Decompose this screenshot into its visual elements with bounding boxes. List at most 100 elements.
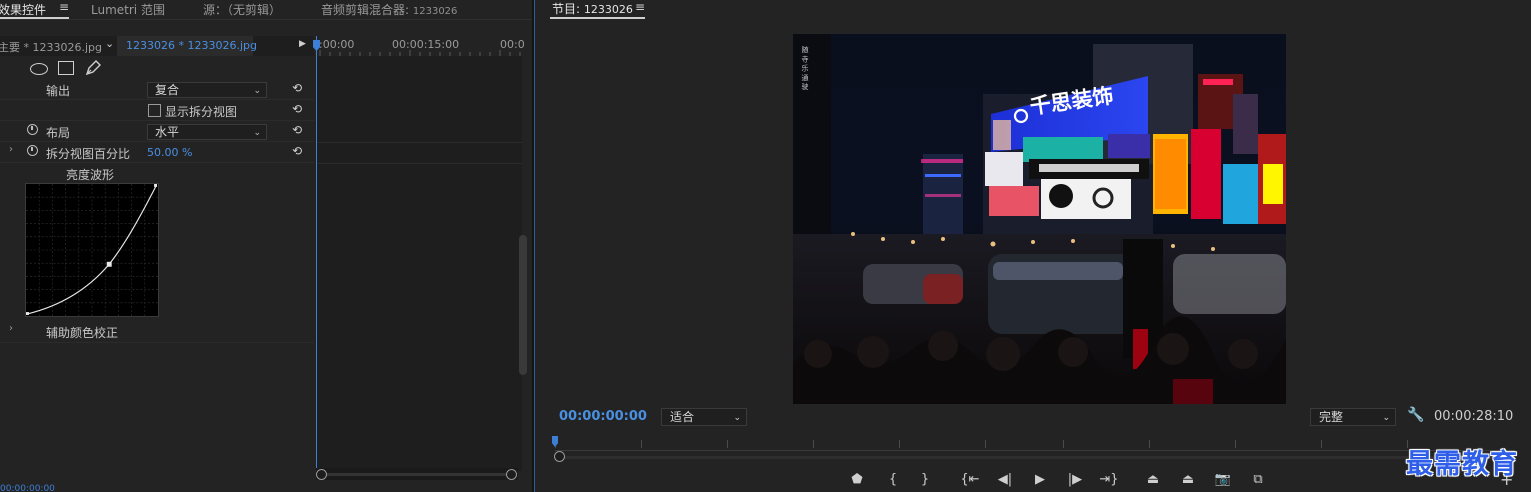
tab-effect-controls[interactable]: 效果控件	[0, 1, 46, 18]
current-timecode[interactable]: 00:00:00:00	[559, 409, 647, 424]
duration-timecode: 00:00:28:10	[1434, 409, 1514, 424]
program-video-frame[interactable]: 千思装饰 随 寺 乐 通 驶	[793, 34, 1286, 404]
split-percent-value[interactable]: 50.00 %	[147, 146, 192, 159]
vertical-sign-text: 随 寺 乐 通 驶	[801, 45, 809, 91]
timeline-ruler[interactable]: :00:00 00:00:15:00 00:0	[316, 36, 525, 56]
tab-mixer-label: 音频剪辑混合器:	[321, 3, 410, 17]
clip-selector-row: 主要 * 1233026.jpg ⌄ 1233026 * 1233026.jpg…	[0, 36, 314, 56]
layout-label: 布局	[46, 126, 71, 140]
mini-tick	[1235, 440, 1236, 448]
divider	[316, 163, 522, 164]
mark-in-icon[interactable]: {	[882, 472, 904, 487]
screen	[1023, 137, 1103, 162]
zoom-fit-dropdown[interactable]: 适合 ⌄	[661, 408, 747, 426]
step-back-icon[interactable]: ◀|	[994, 472, 1016, 487]
neon-strip	[925, 194, 961, 197]
mini-timeline-baseline	[555, 450, 1515, 451]
split-view-checkbox[interactable]	[148, 104, 161, 117]
effect-timeline[interactable]: :00:00 00:00:15:00 00:0	[316, 36, 525, 471]
building	[793, 34, 831, 264]
mini-timeline[interactable]	[555, 436, 1515, 450]
split-view-row: 显示拆分视图 ⟲	[0, 100, 314, 121]
luma-curve-graph[interactable]	[25, 183, 159, 317]
master-clip-label[interactable]: 主要 * 1233026.jpg	[0, 39, 102, 55]
transport-controls: ⬟ { } {⇤ ◀| ▶ |▶ ⇥} ⏏ ⏏ 📷 ⧉	[535, 470, 1531, 492]
timeline-zoom-track[interactable]	[322, 473, 512, 476]
billboard-figure	[993, 120, 1011, 150]
program-monitor-panel: 节目: 1233026 ≡ 千思装饰 随 寺 乐 通 驶 00:00:00:00…	[535, 0, 1531, 492]
reset-icon[interactable]: ⟲	[292, 81, 302, 95]
car	[923, 274, 963, 304]
mark-out-icon[interactable]: }	[914, 472, 936, 487]
tab-source[interactable]: 源：（无剪辑）	[203, 1, 281, 18]
play-icon[interactable]: ▶	[1029, 472, 1051, 487]
overwrite-icon[interactable]: ⏏	[1177, 472, 1199, 487]
tab-audio-clip-mixer[interactable]: 音频剪辑混合器: 1233026	[321, 1, 457, 18]
pen-mask-icon[interactable]	[84, 59, 102, 77]
go-to-in-icon[interactable]: {⇤	[959, 472, 981, 487]
mini-tick	[813, 440, 814, 448]
step-forward-icon[interactable]: |▶	[1064, 472, 1086, 487]
zoom-handle-right[interactable]	[506, 469, 517, 480]
comparison-view-icon[interactable]: ⧉	[1247, 472, 1269, 487]
mini-tick	[899, 440, 900, 448]
program-title-label: 节目:	[552, 2, 581, 16]
play-triangle-icon[interactable]: ▶	[299, 39, 306, 49]
stopwatch-icon[interactable]	[27, 124, 38, 135]
secondary-color-correction-row[interactable]: › 辅助颜色校正	[0, 321, 314, 343]
hamburger-menu-icon[interactable]: ≡	[59, 0, 69, 14]
ellipse-mask-icon[interactable]	[30, 63, 48, 75]
insert-icon[interactable]: ⏏	[1142, 472, 1164, 487]
output-dropdown[interactable]: 复合 ⌄	[147, 82, 267, 98]
quality-value: 完整	[1319, 410, 1344, 424]
fit-value: 适合	[670, 410, 695, 424]
effect-timecode[interactable]: 00:00:00:00	[0, 484, 55, 492]
screen	[989, 186, 1039, 216]
output-row: 输出 复合 ⌄ ⟲	[0, 79, 314, 100]
layout-dropdown[interactable]: 水平 ⌄	[147, 124, 267, 140]
reset-icon[interactable]: ⟲	[292, 123, 302, 137]
chevron-down-icon[interactable]: ⌄	[105, 37, 114, 50]
wrench-settings-icon[interactable]: 🔧	[1407, 407, 1424, 423]
rectangle-mask-icon[interactable]	[58, 61, 74, 75]
reset-icon[interactable]: ⟲	[292, 102, 302, 116]
screen	[1108, 134, 1150, 158]
chevron-right-icon[interactable]: ›	[9, 144, 13, 155]
car	[1173, 254, 1286, 314]
aux-label: 辅助颜色校正	[46, 326, 119, 340]
tab-lumetri-scopes[interactable]: Lumetri 范围	[91, 1, 165, 18]
playback-quality-dropdown[interactable]: 完整 ⌄	[1310, 408, 1396, 426]
mini-tick	[985, 440, 986, 448]
zoom-handle-left[interactable]	[316, 469, 327, 480]
shop-sign	[1263, 164, 1283, 204]
hamburger-menu-icon[interactable]: ≡	[635, 0, 645, 14]
ruler-ticks	[319, 50, 521, 56]
curve-title: 亮度波形	[66, 168, 115, 182]
mini-tick	[1321, 440, 1322, 448]
selected-clip-tab[interactable]: 1233026 * 1233026.jpg	[117, 36, 257, 56]
go-to-out-icon[interactable]: ⇥}	[1098, 472, 1120, 487]
divider	[316, 142, 522, 143]
car-window	[993, 262, 1123, 280]
reset-icon[interactable]: ⟲	[292, 144, 302, 158]
divider	[0, 342, 314, 343]
vertical-scrollbar[interactable]	[519, 235, 527, 375]
chevron-right-icon[interactable]: ›	[9, 323, 13, 334]
split-view-label: 显示拆分视图	[165, 105, 238, 119]
program-sequence-name: 1233026	[583, 3, 633, 16]
export-frame-icon[interactable]: 📷	[1212, 472, 1234, 487]
program-zoom-track[interactable]	[561, 456, 1511, 459]
layout-value: 水平	[155, 125, 180, 139]
add-marker-icon[interactable]: ⬟	[846, 472, 868, 487]
mini-tick	[1063, 440, 1064, 448]
program-monitor-tab[interactable]: 节目: 1233026	[552, 0, 633, 17]
effect-playhead-line[interactable]	[316, 36, 317, 468]
chevron-down-icon: ⌄	[253, 86, 261, 96]
mini-tick	[641, 440, 642, 448]
program-zoom-handle-left[interactable]	[554, 451, 565, 462]
neon-strip	[921, 159, 963, 163]
chevron-down-icon: ⌄	[733, 413, 741, 423]
mask-shape-tools	[0, 56, 314, 81]
watermark: 最需教育	[1406, 449, 1518, 480]
stopwatch-icon[interactable]	[27, 145, 38, 156]
